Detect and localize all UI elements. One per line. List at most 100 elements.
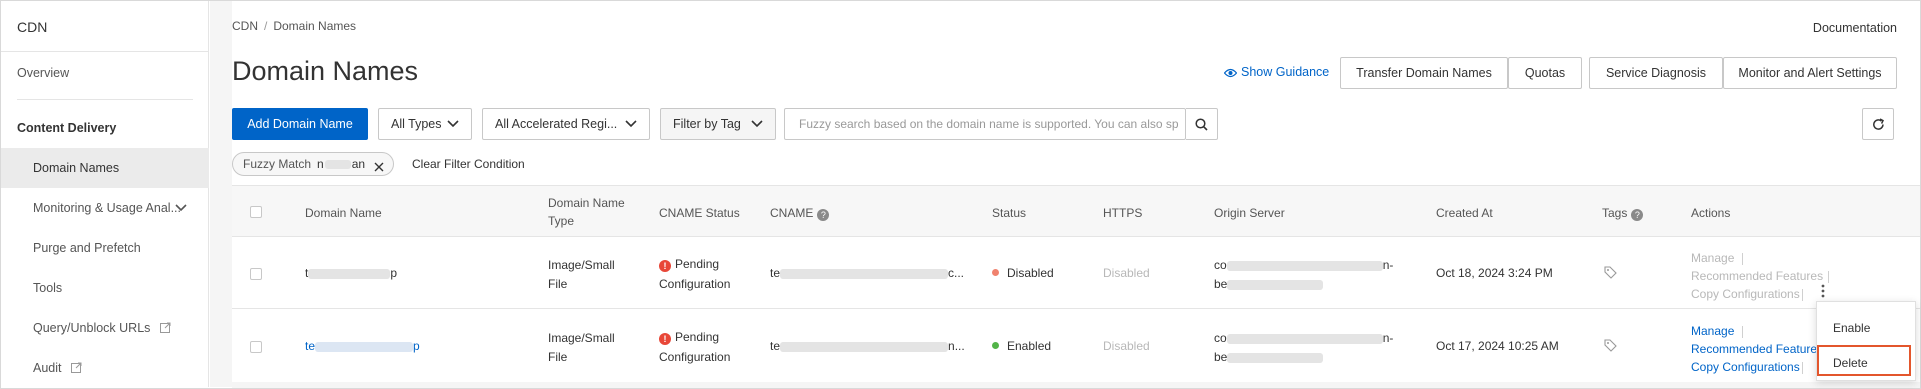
sidebar-title: CDN <box>17 19 48 35</box>
origin-text: n- <box>1382 258 1394 272</box>
manage-link: Manage <box>1691 251 1735 265</box>
column-cname: CNAME? <box>770 206 830 221</box>
column-tags: Tags? <box>1602 206 1644 221</box>
sidebar-section-content-delivery: Content Delivery <box>17 121 117 135</box>
domain-name-link[interactable]: te p <box>305 339 420 353</box>
sidebar-item-label: Tools <box>33 281 63 295</box>
tag-icon[interactable] <box>1604 266 1617 282</box>
action-separator <box>1802 289 1803 301</box>
status-badge: Disabled <box>992 266 1054 280</box>
select-all-checkbox[interactable] <box>250 206 262 218</box>
cname-text: te <box>770 339 781 353</box>
add-domain-name-button[interactable]: Add Domain Name <box>232 108 368 140</box>
sidebar-item-tools[interactable]: Tools <box>1 268 209 308</box>
clear-filter-link[interactable]: Clear Filter Condition <box>412 157 525 171</box>
origin-server: co n- <box>1214 258 1393 272</box>
column-domain-type: Type <box>548 214 575 228</box>
domain-type: File <box>548 350 568 364</box>
search-input[interactable]: Fuzzy search based on the domain name is… <box>784 108 1186 140</box>
table-row: tp Image/Small File ! Pending Configurati… <box>232 237 1920 309</box>
service-diagnosis-button[interactable]: Service Diagnosis <box>1589 57 1723 89</box>
cname-text: te <box>770 266 781 280</box>
created-at: Oct 17, 2024 10:25 AM <box>1436 339 1559 353</box>
external-link-icon <box>70 349 82 389</box>
regions-dropdown-value: All Accelerated Regi... <box>495 117 618 131</box>
sidebar-item-label: Monitoring & Usage Anal... <box>33 201 181 215</box>
warning-icon: ! <box>659 260 671 272</box>
tag-icon[interactable] <box>1604 339 1617 355</box>
origin-text: co <box>1214 258 1227 272</box>
action-separator <box>1828 271 1829 283</box>
breadcrumb-current: Domain Names <box>273 19 357 33</box>
cname-status: Configuration <box>659 277 731 291</box>
table-header: Domain Name Domain Name Type CNAME Statu… <box>232 185 1920 237</box>
copy-configurations-link: Copy Configurations <box>1691 287 1800 301</box>
regions-dropdown[interactable]: All Accelerated Regi... <box>482 108 650 140</box>
sidebar-item-purge-prefetch[interactable]: Purge and Prefetch <box>1 228 209 268</box>
redacted-text <box>1227 352 1324 363</box>
sidebar-item-overview[interactable]: Overview <box>1 53 209 93</box>
breadcrumb-root[interactable]: CDN <box>232 19 258 33</box>
filter-by-tag-dropdown[interactable]: Filter by Tag <box>660 108 776 140</box>
sidebar-item-query-unblock[interactable]: Query/Unblock URLs <box>1 308 209 348</box>
sidebar-item-audit[interactable]: Audit <box>1 348 209 388</box>
origin-text: n- <box>1382 331 1394 345</box>
redacted-text <box>1226 260 1383 271</box>
origin-text: be <box>1214 350 1228 364</box>
cname-value: te n... <box>770 339 965 353</box>
status-dot <box>992 342 999 349</box>
more-vertical-icon[interactable] <box>1821 284 1825 301</box>
eye-icon <box>1223 68 1238 78</box>
row-checkbox[interactable] <box>250 268 262 280</box>
menu-item-enable[interactable]: Enable <box>1817 312 1915 344</box>
sidebar-item-monitoring[interactable]: Monitoring & Usage Anal... <box>1 188 209 228</box>
help-icon[interactable]: ? <box>817 209 830 221</box>
close-icon[interactable] <box>373 158 385 180</box>
created-at: Oct 18, 2024 3:24 PM <box>1436 266 1553 280</box>
page-title: Domain Names <box>232 56 419 86</box>
cname-value: te c... <box>770 266 964 280</box>
documentation-link[interactable]: Documentation <box>1813 21 1897 35</box>
sidebar-item-domain-names[interactable]: Domain Names <box>1 148 209 188</box>
column-https: HTTPS <box>1103 206 1143 220</box>
chevron-down-icon <box>625 120 637 128</box>
quotas-button[interactable]: Quotas <box>1508 57 1582 89</box>
column-created-at[interactable]: Created At <box>1436 206 1493 220</box>
copy-configurations-link[interactable]: Copy Configurations <box>1691 360 1800 374</box>
recommended-features-link[interactable]: Recommended Features <box>1691 342 1823 356</box>
cname-status: ! Pending <box>659 257 719 272</box>
transfer-domain-names-button[interactable]: Transfer Domain Names <box>1340 57 1508 89</box>
sidebar-divider <box>1 51 209 52</box>
chevron-down-icon <box>447 120 459 128</box>
search-button[interactable] <box>1186 108 1218 140</box>
action-separator <box>1802 362 1803 374</box>
cname-status: ! Pending <box>659 330 719 345</box>
cname-text: c... <box>948 266 965 280</box>
cname-status: Configuration <box>659 350 731 364</box>
types-dropdown[interactable]: All Types <box>378 108 472 140</box>
domain-type: Image/Small <box>548 258 615 272</box>
column-origin-server: Origin Server <box>1214 206 1285 220</box>
domain-name-text: p <box>413 339 420 353</box>
redacted-text <box>324 160 351 170</box>
origin-server: be <box>1214 277 1324 291</box>
domain-name: tp <box>305 266 397 280</box>
monitor-alert-settings-button[interactable]: Monitor and Alert Settings <box>1723 57 1897 89</box>
column-domain-name[interactable]: Domain Name <box>305 206 382 220</box>
sidebar: CDN Overview Content Delivery Domain Nam… <box>1 1 209 387</box>
show-guidance-link[interactable]: Show Guidance <box>1223 65 1329 79</box>
sidebar-divider <box>17 99 193 100</box>
cname-status-text: Pending <box>675 330 720 344</box>
origin-server: co n- <box>1214 331 1393 345</box>
action-separator <box>1742 326 1743 338</box>
https-status: Disabled <box>1103 339 1150 353</box>
help-icon[interactable]: ? <box>1631 209 1644 221</box>
manage-link[interactable]: Manage <box>1691 324 1734 338</box>
refresh-button[interactable] <box>1862 108 1894 140</box>
external-link-icon <box>159 309 171 349</box>
sidebar-item-label: Audit <box>33 361 62 375</box>
warning-icon: ! <box>659 333 671 345</box>
row-checkbox[interactable] <box>250 341 262 353</box>
breadcrumb-separator: / <box>264 19 268 33</box>
search-icon <box>1195 118 1208 131</box>
